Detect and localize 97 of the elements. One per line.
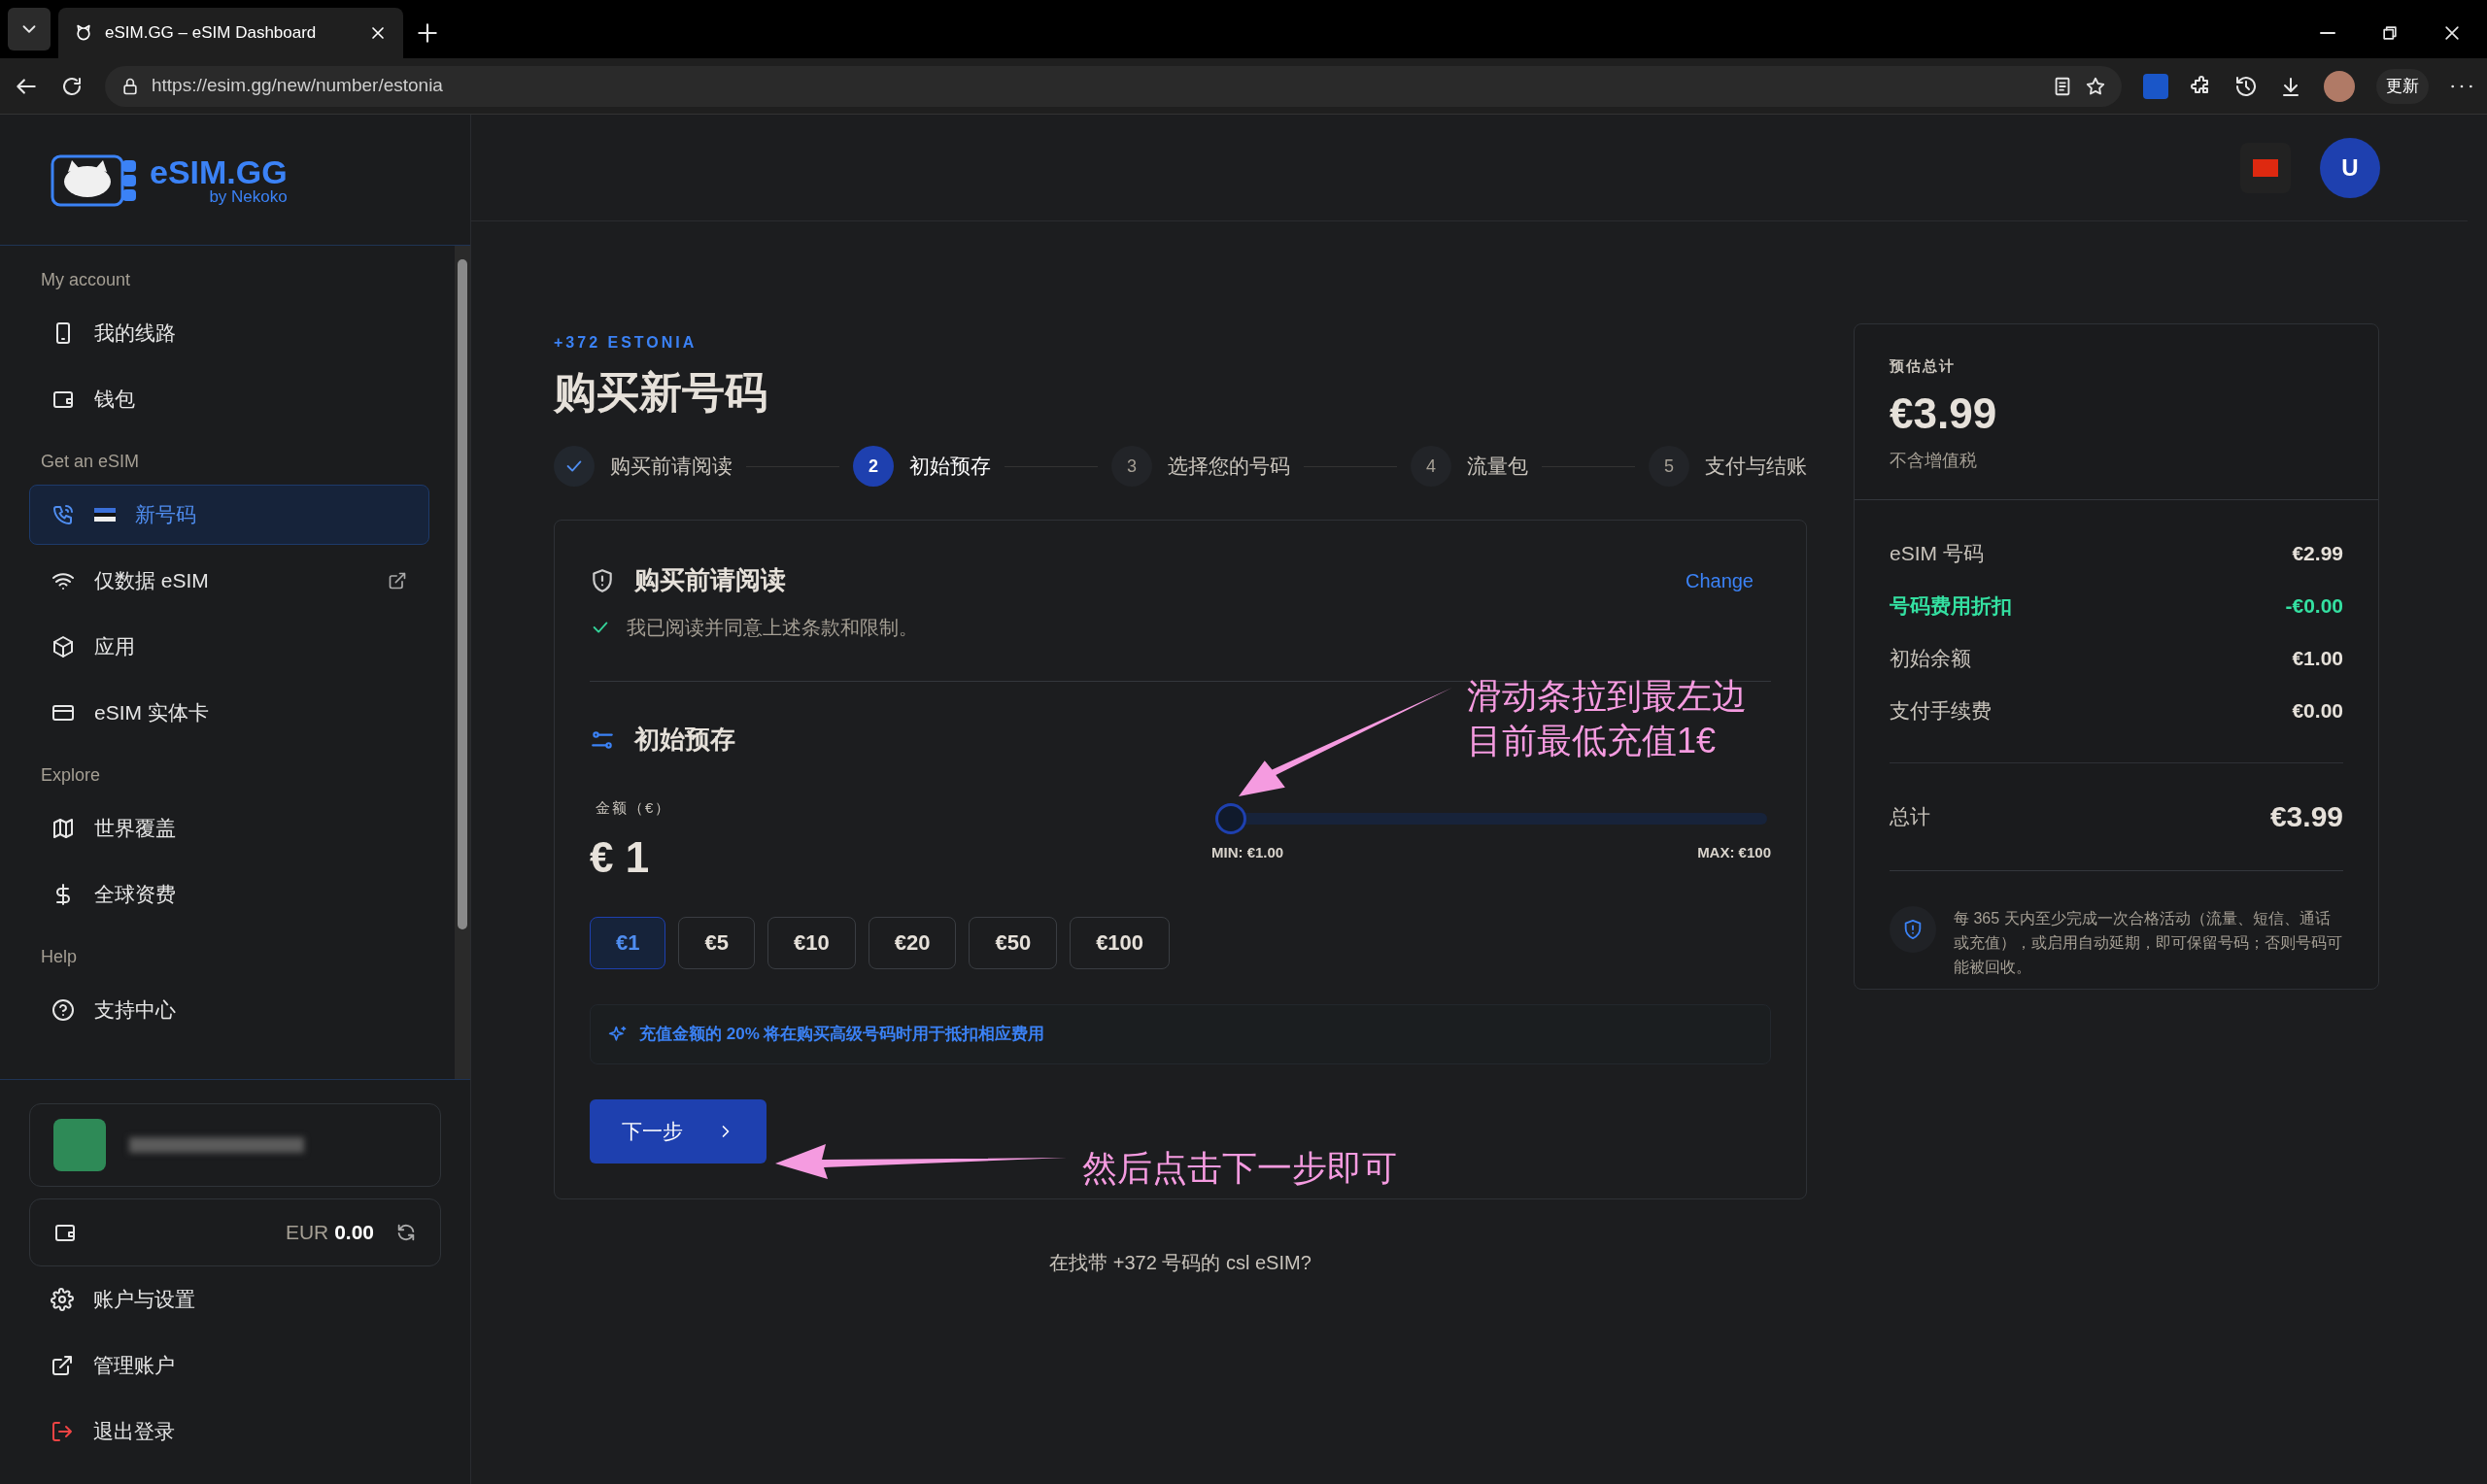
- restore-icon: [2380, 23, 2400, 43]
- total-label: 总计: [1890, 803, 1930, 829]
- section-label: Get an eSIM: [40, 451, 141, 473]
- sparkle-icon: [608, 1024, 628, 1044]
- amount-chip[interactable]: €100: [1070, 916, 1171, 969]
- update-button[interactable]: 更新: [2376, 68, 2429, 104]
- language-button[interactable]: [2240, 142, 2291, 193]
- vat-note: 不含增值税: [1890, 449, 1978, 472]
- step: 3 选择您的号码: [1111, 446, 1290, 487]
- estimate-value: €3.99: [1890, 388, 1998, 439]
- total-value: €3.99: [2269, 799, 2343, 834]
- change-link[interactable]: Change: [1685, 565, 1754, 595]
- retention-notice: 每 365 天内至少完成一次合格活动（流量、短信、通话或充值），或启用自动延期，即可保留号码；否则号码可能被回收。: [1954, 908, 2343, 977]
- user-card[interactable]: [29, 1103, 441, 1187]
- user-avatar-button[interactable]: U: [2320, 137, 2380, 198]
- estimate-label: 预估总计: [1890, 356, 1957, 376]
- sidebar-item[interactable]: 仅数据 eSIM: [29, 551, 429, 611]
- annotation-text: 滑动条拉到最左边 目前最低充值1€: [1467, 675, 1747, 762]
- amount-chip[interactable]: €50: [969, 916, 1058, 969]
- china-flag-icon: [2253, 158, 2278, 177]
- line-label: 支付手续费: [1890, 697, 1992, 724]
- agreement-text: 我已阅读并同意上述条款和限制。: [627, 616, 918, 640]
- line-value: €2.99: [2292, 540, 2343, 566]
- estonia-flag-icon: [94, 508, 116, 522]
- address-bar[interactable]: https://esim.gg/new/number/estonia: [105, 65, 2122, 107]
- amount-chip[interactable]: €10: [767, 916, 856, 969]
- shield-alert-icon: [1902, 918, 1924, 940]
- cube-icon: [51, 635, 75, 658]
- line-value: €1.00: [2292, 645, 2343, 671]
- sidebar-item[interactable]: 全球资费: [29, 864, 429, 925]
- sidebar-item[interactable]: 新号码: [29, 485, 429, 545]
- sidebar-item[interactable]: eSIM 实体卡: [29, 683, 429, 743]
- new-tab-icon: [415, 20, 440, 46]
- tab-list-button[interactable]: [8, 8, 51, 51]
- logout-icon: [51, 1420, 74, 1443]
- slider-min-label: MIN: €1.00: [1211, 843, 1284, 862]
- lock-icon: [120, 76, 140, 96]
- cat-icon: [74, 23, 93, 43]
- shield-alert-icon: [590, 567, 615, 593]
- amount-chip[interactable]: €20: [868, 916, 957, 969]
- line-value: €0.00: [2292, 697, 2343, 724]
- step: 购买前请阅读: [554, 446, 732, 487]
- settings-icon: [51, 1288, 74, 1311]
- section-label: Explore: [40, 764, 102, 787]
- sidebar-item[interactable]: 管理账户: [29, 1332, 441, 1399]
- page-title: 购买新号码: [554, 367, 768, 418]
- slider[interactable]: [1215, 803, 1767, 834]
- sidebar-item[interactable]: 我的线路: [29, 303, 429, 363]
- url-text: https://esim.gg/new/number/estonia: [152, 74, 444, 98]
- sidebar-item[interactable]: 世界覆盖: [29, 798, 429, 859]
- sidebar-item[interactable]: 钱包: [29, 369, 429, 429]
- country-label: +372 ESTONIA: [554, 333, 698, 353]
- line-label: 号码费用折扣: [1890, 592, 2012, 619]
- logo-text: eSIM.GG: [150, 154, 288, 188]
- line-label: eSIM 号码: [1890, 540, 1984, 566]
- history-icon: [2234, 74, 2258, 98]
- tab-title: eSIM.GG – eSIM Dashboard: [105, 22, 318, 45]
- map-icon: [51, 817, 75, 840]
- sidebar-item[interactable]: 支持中心: [29, 980, 429, 1040]
- amount-label: 金额（€）: [596, 798, 673, 818]
- sidebar-item[interactable]: 退出登录: [29, 1399, 441, 1465]
- section-title: 购买前请阅读: [634, 564, 787, 596]
- line-label: 初始余额: [1890, 645, 1971, 671]
- external-link-icon: [51, 1354, 74, 1377]
- step: 2 初始预存: [853, 446, 991, 487]
- help-icon: [51, 998, 75, 1022]
- step: 5 支付与结账: [1649, 446, 1807, 487]
- amount-chip[interactable]: €5: [678, 916, 755, 969]
- step: 4 流量包: [1411, 446, 1528, 487]
- refresh-icon: [395, 1222, 417, 1243]
- phone-call-icon: [51, 503, 75, 526]
- scrollbar[interactable]: [455, 246, 470, 1079]
- next-button[interactable]: 下一步: [590, 1098, 767, 1164]
- more-icon: [2450, 83, 2473, 89]
- logo-subtitle: by Nekoko: [209, 187, 288, 205]
- line-value: -€0.00: [2285, 592, 2343, 619]
- amount-value: € 1: [590, 831, 651, 883]
- section-label: My account: [40, 269, 132, 291]
- profile-avatar[interactable]: [2324, 70, 2355, 102]
- star-icon: [2085, 75, 2106, 97]
- help-link[interactable]: 在找带 +372 号码的 csl eSIM?: [554, 1247, 1807, 1277]
- amount-chip[interactable]: €1: [590, 916, 666, 969]
- info-text: 充值金额的 20% 将在购买高级号码时用于抵扣相应费用: [639, 1023, 1045, 1045]
- sidebar-item[interactable]: 应用: [29, 617, 429, 677]
- slider-thumb[interactable]: [1215, 803, 1246, 834]
- minimize-icon: [2318, 31, 2337, 35]
- extension-icon[interactable]: [2143, 73, 2168, 99]
- section-label: Help: [40, 946, 79, 968]
- section-title: 初始预存: [634, 724, 735, 756]
- sidebar-item[interactable]: 账户与设置: [29, 1266, 441, 1332]
- balance-text: EUR 0.00: [285, 1220, 374, 1246]
- annotation-text: 然后点击下一步即可: [1082, 1147, 1397, 1190]
- user-avatar: [53, 1119, 106, 1171]
- slider-max-label: MAX: €100: [1697, 843, 1771, 862]
- balance-card[interactable]: EUR 0.00: [29, 1198, 441, 1266]
- close-icon: [2442, 23, 2462, 43]
- browser-tab[interactable]: eSIM.GG – eSIM Dashboard: [58, 8, 403, 58]
